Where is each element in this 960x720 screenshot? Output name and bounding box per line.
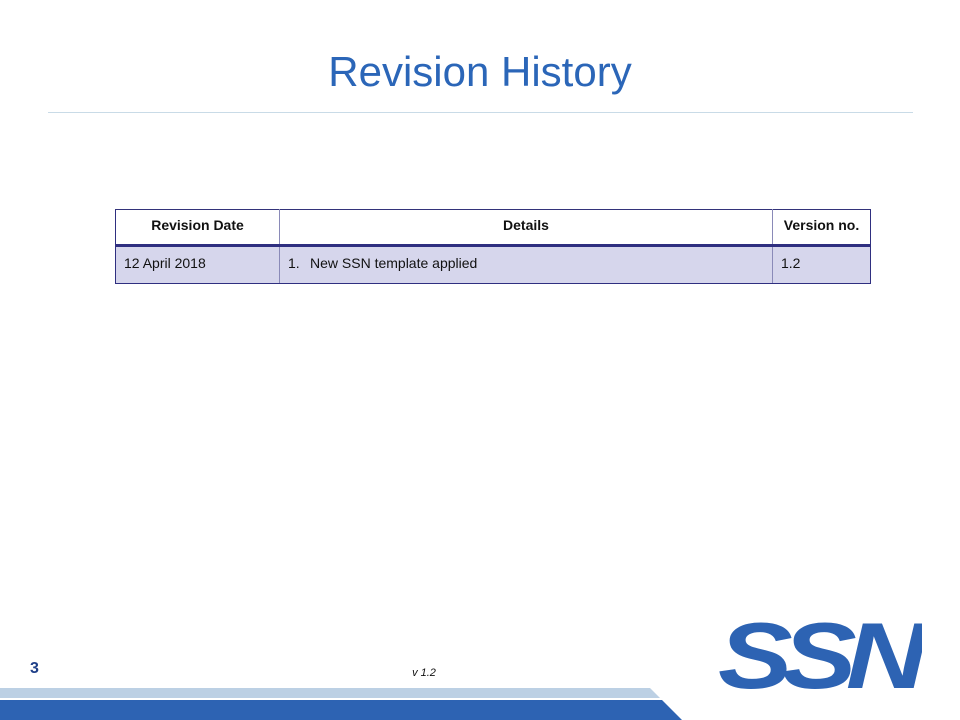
header-revision-date: Revision Date bbox=[115, 209, 280, 247]
table-row: 12 April 2018 1. New SSN template applied… bbox=[115, 245, 871, 284]
footer-band-dark bbox=[0, 700, 682, 720]
details-list-number: 1. bbox=[288, 255, 300, 271]
header-version-no: Version no. bbox=[772, 209, 871, 247]
details-text: New SSN template applied bbox=[310, 255, 478, 271]
ssn-logo-mark: SSN bbox=[718, 608, 922, 694]
footer-band-light bbox=[0, 688, 660, 698]
table-header-row: Revision Date Details Version no. bbox=[115, 209, 871, 247]
revision-history-table: Revision Date Details Version no. 12 Apr… bbox=[115, 209, 871, 284]
cell-version: 1.2 bbox=[772, 245, 871, 284]
cell-details: 1. New SSN template applied bbox=[279, 245, 773, 284]
slide-title: Revision History bbox=[328, 48, 632, 95]
ssn-logo: SSN bbox=[718, 608, 922, 694]
cell-revision-date: 12 April 2018 bbox=[115, 245, 280, 284]
header-details: Details bbox=[279, 209, 773, 247]
title-divider bbox=[48, 112, 913, 113]
